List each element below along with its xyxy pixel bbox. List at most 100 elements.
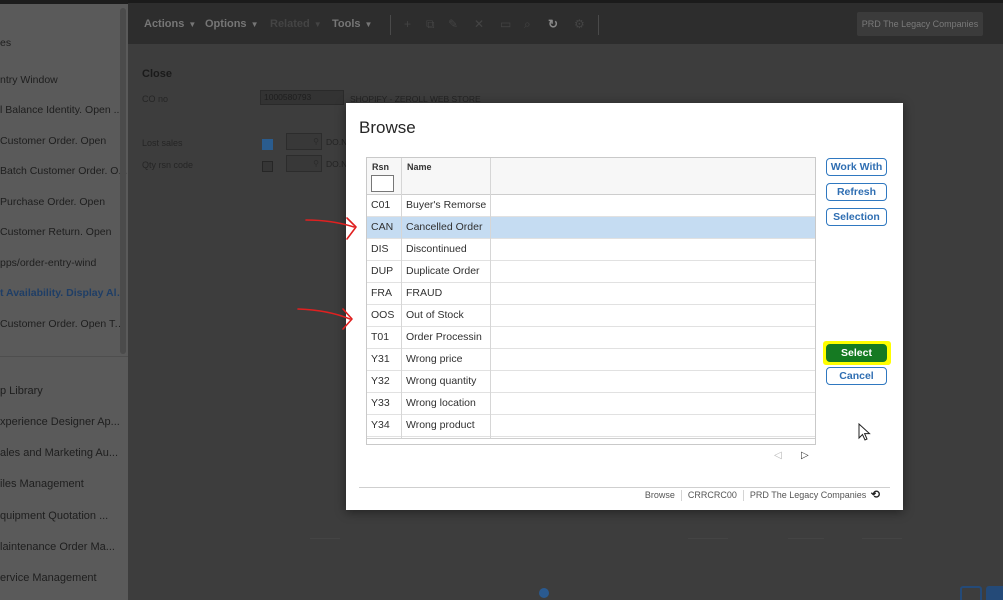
select-button[interactable]: Select bbox=[826, 344, 887, 362]
sidebar-item-equipment-quotation[interactable]: quipment Quotation ... bbox=[0, 510, 128, 522]
qty-rsn-label: Qty rsn code bbox=[142, 160, 194, 170]
sidebar-item-service-management[interactable]: ervice Management bbox=[0, 572, 128, 584]
delete-icon[interactable]: ✕ bbox=[474, 17, 484, 31]
sidebar-item-customer-order[interactable]: Customer Order. Open bbox=[0, 135, 128, 147]
column-divider bbox=[401, 158, 402, 438]
qty-rsn-checkbox[interactable] bbox=[262, 161, 273, 172]
rsn-filter-input[interactable] bbox=[371, 175, 394, 192]
sidebar-item-purchase-order[interactable]: Purchase Order. Open bbox=[0, 196, 128, 208]
mouse-cursor-icon bbox=[858, 423, 871, 441]
sidebar-item-customer-order-open-to[interactable]: Customer Order. Open To... bbox=[0, 318, 128, 330]
lost-sales-reason-text: DO.N bbox=[326, 137, 348, 147]
table-row[interactable]: T01 Order Processin bbox=[367, 327, 815, 349]
options-menu[interactable]: Options ▼ bbox=[205, 18, 258, 30]
sidebar-item-availability[interactable]: t Availability. Display All ... bbox=[0, 287, 128, 299]
column-header-rsn[interactable]: Rsn bbox=[372, 162, 389, 172]
table-row[interactable]: C01 Buyer's Remorse bbox=[367, 195, 815, 217]
sidebar-item-experience-designer[interactable]: xperience Designer Ap... bbox=[0, 416, 128, 428]
sidebar-item-customer-return[interactable]: Customer Return. Open bbox=[0, 226, 128, 238]
table-row[interactable]: Y33 Wrong location bbox=[367, 393, 815, 415]
reason-name-cell: Out of Stock bbox=[406, 309, 464, 321]
lost-sales-label: Lost sales bbox=[142, 138, 183, 148]
divider bbox=[688, 538, 728, 539]
copy-icon[interactable]: ⧉ bbox=[426, 17, 435, 32]
sidebar-item-maintenance-order[interactable]: laintenance Order Ma... bbox=[0, 541, 128, 553]
footer-company: PRD The Legacy Companies ⟲ bbox=[742, 489, 886, 501]
co-no-field[interactable]: 1000580793 bbox=[260, 90, 344, 105]
refresh-icon[interactable]: ↻ bbox=[548, 17, 558, 31]
reason-code-cell: Y34 bbox=[371, 419, 390, 431]
reason-name-cell: Wrong price bbox=[406, 353, 463, 365]
company-selector[interactable]: PRD The Legacy Companies bbox=[857, 12, 983, 36]
next-page-icon[interactable]: ▷ bbox=[801, 450, 809, 461]
reason-name-cell: FRAUD bbox=[406, 287, 443, 299]
sidebar-top-edge bbox=[0, 0, 128, 4]
reason-code-cell: DIS bbox=[371, 243, 389, 255]
sidebar-item-sales-marketing[interactable]: ales and Marketing Au... bbox=[0, 447, 128, 459]
history-icon[interactable]: ⟲ bbox=[871, 489, 880, 501]
previous-page-icon[interactable]: ◁ bbox=[774, 450, 782, 461]
reason-name-cell: Buyer's Remorse bbox=[406, 199, 487, 211]
chevron-down-icon: ▼ bbox=[188, 20, 197, 29]
next-page-button[interactable] bbox=[986, 586, 1003, 600]
tools-menu[interactable]: Tools ▼ bbox=[332, 18, 372, 30]
table-row[interactable]: Y32 Wrong quantity bbox=[367, 371, 815, 393]
reason-name-cell: Wrong location bbox=[406, 397, 476, 409]
lost-sales-code-field[interactable]: ⚲ bbox=[286, 133, 322, 150]
divider bbox=[310, 538, 340, 539]
work-with-button[interactable]: Work With bbox=[826, 158, 887, 176]
lost-sales-checkbox[interactable] bbox=[262, 139, 273, 150]
table-row[interactable]: OOS Out of Stock bbox=[367, 305, 815, 327]
page-indicator-dot[interactable] bbox=[539, 588, 549, 598]
reason-code-cell: Y33 bbox=[371, 397, 390, 409]
dialog-footer: Browse CRRCRC00 PRD The Legacy Companies… bbox=[639, 490, 886, 501]
sidebar-item-batch-customer-order[interactable]: Batch Customer Order. O... bbox=[0, 165, 128, 177]
reason-code-grid: Rsn Name C01 Buyer's Remorse CAN Cancelled … bbox=[366, 157, 816, 445]
display-icon[interactable]: ▭ bbox=[500, 17, 511, 31]
sidebar-item-balance-identity[interactable]: l Balance Identity. Open ... bbox=[0, 104, 128, 116]
reason-code-cell: DUP bbox=[371, 265, 394, 277]
filter-icon[interactable]: ⌕ bbox=[524, 17, 531, 32]
toolbar: Actions ▼ Options ▼ Related ▼ Tools ▼ + ⧉ ✎ … bbox=[128, 0, 1003, 44]
chevron-down-icon: ▼ bbox=[313, 20, 322, 29]
actions-menu[interactable]: Actions ▼ bbox=[144, 18, 196, 30]
table-row[interactable]: Y34 Wrong product bbox=[367, 415, 815, 437]
table-row[interactable]: Y31 Wrong price bbox=[367, 349, 815, 371]
table-row[interactable]: DUP Duplicate Order bbox=[367, 261, 815, 283]
related-menu-label: Related bbox=[270, 18, 310, 30]
sidebar-item-sales-management[interactable]: iles Management bbox=[0, 478, 128, 490]
browse-dialog: Browse Rsn Name C01 Buyer's Remorse CAN Can… bbox=[346, 103, 903, 510]
browse-icon[interactable]: ⚲ bbox=[313, 137, 319, 146]
table-row[interactable]: CAN Cancelled Order bbox=[367, 217, 815, 239]
qty-rsn-code-field[interactable]: ⚲ bbox=[286, 155, 322, 172]
table-row[interactable]: DIS Discontinued bbox=[367, 239, 815, 261]
sidebar-item-library[interactable]: p Library bbox=[0, 385, 128, 397]
sidebar-divider bbox=[0, 356, 128, 357]
settings-icon[interactable]: ⚙ bbox=[574, 17, 585, 31]
footer-divider bbox=[359, 487, 890, 488]
reason-code-cell: CAN bbox=[371, 221, 394, 233]
related-menu[interactable]: Related ▼ bbox=[270, 18, 322, 30]
close-heading: Close bbox=[142, 68, 172, 80]
browse-icon[interactable]: ⚲ bbox=[313, 159, 319, 168]
grid-header: Rsn Name bbox=[367, 158, 815, 195]
footer-panel-name: Browse bbox=[644, 490, 675, 500]
sidebar: es ntry Window l Balance Identity. Open … bbox=[0, 0, 128, 600]
sidebar-item-order-entry-wind[interactable]: pps/order-entry-wind bbox=[0, 257, 128, 269]
reason-code-cell: Y32 bbox=[371, 375, 390, 387]
add-icon[interactable]: + bbox=[404, 17, 411, 31]
reason-name-cell: Order Processin bbox=[406, 331, 482, 343]
reason-name-cell: Cancelled Order bbox=[406, 221, 483, 233]
selection-button[interactable]: Selection bbox=[826, 208, 887, 226]
reason-name-cell: Wrong product bbox=[406, 419, 475, 431]
previous-page-button[interactable] bbox=[960, 586, 982, 600]
refresh-button[interactable]: Refresh bbox=[826, 183, 887, 201]
options-menu-label: Options bbox=[205, 18, 247, 30]
column-header-name[interactable]: Name bbox=[407, 162, 432, 172]
edit-icon[interactable]: ✎ bbox=[448, 17, 458, 31]
sidebar-item-entry-window[interactable]: ntry Window bbox=[0, 74, 128, 86]
annotation-arrow bbox=[305, 217, 357, 240]
sidebar-scrollbar[interactable] bbox=[120, 8, 126, 354]
table-row[interactable]: FRA FRAUD bbox=[367, 283, 815, 305]
cancel-button[interactable]: Cancel bbox=[826, 367, 887, 385]
